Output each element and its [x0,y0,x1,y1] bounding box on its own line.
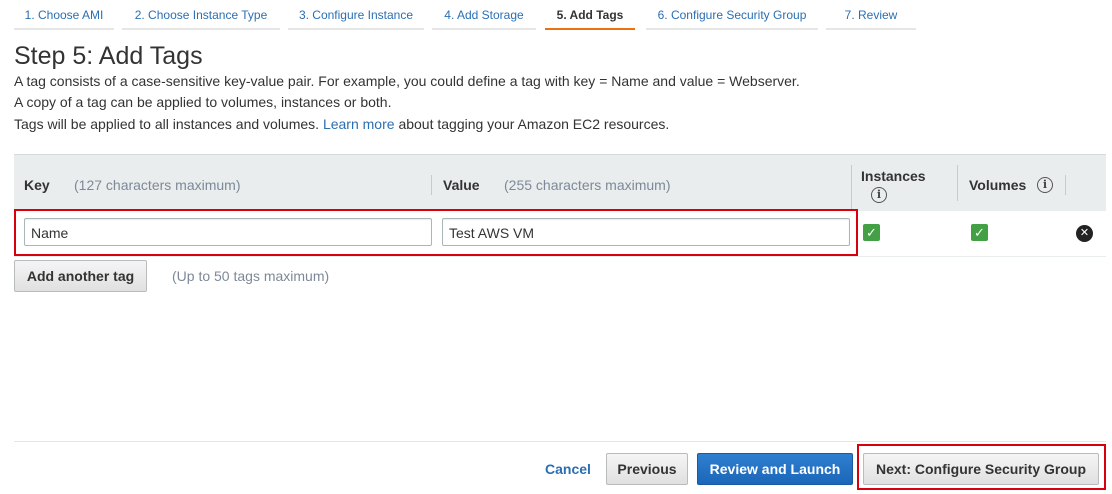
add-another-tag-button[interactable]: Add another tag [14,260,147,292]
step-configure-instance[interactable]: 3. Configure Instance [288,0,424,30]
description-line-1: A tag consists of a case-sensitive key-v… [14,73,800,89]
column-separator [957,165,958,201]
column-separator [851,165,852,211]
learn-more-link[interactable]: Learn more [323,116,395,132]
value-column-header: Value [443,177,480,193]
step-choose-instance-type[interactable]: 2. Choose Instance Type [122,0,280,30]
step-add-storage[interactable]: 4. Add Storage [432,0,536,30]
checkbox-checked-icon[interactable]: ✓ [971,224,988,241]
info-icon[interactable]: i [871,187,887,203]
tags-table-header: Key (127 characters maximum) Value (255 … [14,154,1106,211]
next-button-highlight-annotation [857,444,1106,490]
previous-button[interactable]: Previous [606,453,688,485]
checkbox-checked-icon[interactable]: ✓ [863,224,880,241]
page-title: Step 5: Add Tags [14,42,203,70]
remove-circle-icon[interactable]: ✕ [1076,225,1093,242]
description-line-3: Tags will be applied to all instances an… [14,115,669,133]
step-configure-security-group[interactable]: 6. Configure Security Group [646,0,818,30]
value-column-hint: (255 characters maximum) [504,177,671,193]
step-review[interactable]: 7. Review [826,0,916,30]
description-text-post: about tagging your Amazon EC2 resources. [398,116,670,132]
step-add-tags[interactable]: 5. Add Tags [545,0,635,30]
row-highlight-annotation [14,209,858,256]
instances-column-header: Instances [861,168,926,184]
column-separator [431,175,432,195]
info-icon[interactable]: i [1037,177,1053,193]
description-text: Tags will be applied to all instances an… [14,116,320,132]
volumes-column-header: Volumes [969,177,1027,193]
key-column-hint: (127 characters maximum) [74,177,241,193]
footer-divider [14,441,1106,442]
add-tag-hint: (Up to 50 tags maximum) [172,268,330,284]
step-choose-ami[interactable]: 1. Choose AMI [14,0,114,30]
cancel-button[interactable]: Cancel [545,461,591,477]
description-line-2: A copy of a tag can be applied to volume… [14,94,392,110]
key-column-header: Key [24,177,50,193]
column-separator [1065,175,1066,195]
review-and-launch-button[interactable]: Review and Launch [697,453,853,485]
